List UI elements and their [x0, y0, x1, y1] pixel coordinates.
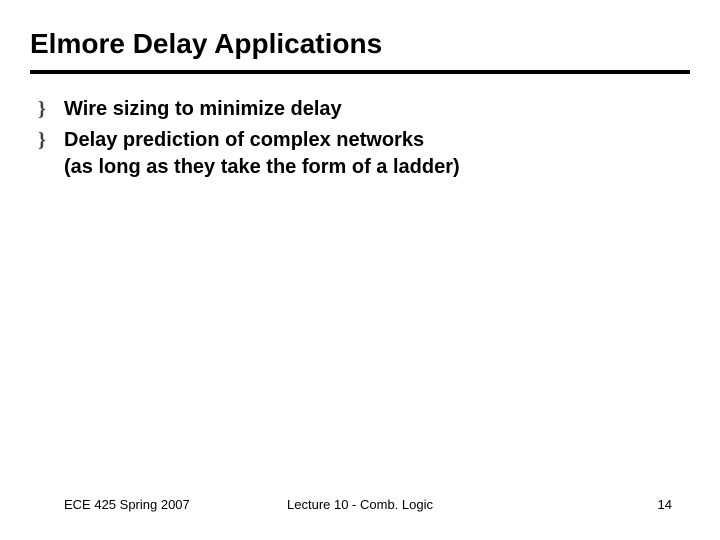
bullet-text: Delay prediction of complex networks(as … — [64, 127, 460, 181]
slide-title: Elmore Delay Applications — [0, 0, 720, 70]
footer-page-number: 14 — [658, 497, 672, 512]
slide-content: } Wire sizing to minimize delay } Delay … — [0, 74, 720, 181]
bullet-item: } Wire sizing to minimize delay — [38, 96, 690, 123]
bullet-text: Wire sizing to minimize delay — [64, 96, 342, 123]
bullet-item: } Delay prediction of complex networks(a… — [38, 127, 690, 181]
bullet-icon: } — [38, 127, 64, 153]
bullet-icon: } — [38, 96, 64, 122]
footer-left: ECE 425 Spring 2007 — [64, 497, 190, 512]
slide-footer: ECE 425 Spring 2007 Lecture 10 - Comb. L… — [0, 497, 720, 512]
slide: Elmore Delay Applications } Wire sizing … — [0, 0, 720, 540]
